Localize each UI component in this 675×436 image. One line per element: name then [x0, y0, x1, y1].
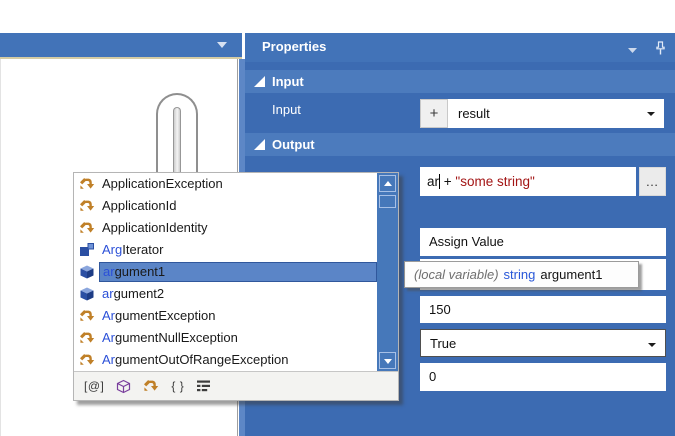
list-item-label: ArgIterator: [102, 242, 164, 257]
section-header-input[interactable]: Input: [245, 70, 675, 93]
list-item[interactable]: ArgumentException: [74, 305, 377, 327]
input-row-label: Input: [272, 102, 301, 117]
completion-filter-bar: [@] { }: [74, 371, 398, 400]
list-item[interactable]: argument1: [74, 261, 377, 283]
filter-classes-button[interactable]: [143, 377, 159, 395]
list-item[interactable]: ArgumentNullException: [74, 327, 377, 349]
designer-toolbar: [0, 33, 242, 59]
scroll-down-button[interactable]: [379, 352, 396, 369]
list-item-label: argument2: [102, 286, 165, 301]
list-item[interactable]: ArgIterator: [74, 239, 377, 261]
list-item-label: ArgumentOutOfRangeException: [102, 352, 289, 367]
expander-triangle-icon: [254, 76, 265, 87]
list-item-label: ApplicationException: [102, 176, 223, 191]
tooltip-kind: (local variable): [414, 267, 499, 282]
boolean-combobox[interactable]: True: [420, 329, 666, 357]
section-label: Output: [272, 137, 315, 152]
section-label: Input: [272, 74, 304, 89]
input-combobox[interactable]: result: [448, 99, 664, 128]
filter-at-button[interactable]: [@]: [84, 377, 104, 395]
list-item[interactable]: ApplicationException: [74, 173, 377, 195]
properties-titlebar: Properties: [245, 33, 675, 62]
list-item-label: ArgumentException: [102, 308, 216, 323]
variable-icon: [79, 286, 95, 302]
chevron-down-icon[interactable]: [217, 42, 227, 48]
scroll-up-icon: [383, 181, 392, 186]
expression-editor[interactable]: ar + "some string": [420, 167, 636, 196]
chevron-down-icon[interactable]: [628, 48, 637, 53]
filter-namespaces-button[interactable]: [116, 377, 131, 395]
scroll-up-button[interactable]: [379, 175, 396, 192]
boolean-combobox-value: True: [430, 336, 457, 351]
zero-field[interactable]: 0: [420, 363, 666, 391]
class-icon: [79, 330, 95, 346]
class-icon: [79, 352, 95, 368]
number-field[interactable]: 150: [420, 296, 666, 323]
panel-title: Properties: [262, 39, 327, 54]
struct-icon: [79, 242, 95, 258]
list-item[interactable]: ApplicationId: [74, 195, 377, 217]
list-item-label: ApplicationId: [102, 198, 177, 213]
intellisense-popup: ApplicationException ApplicationId Applica…: [73, 172, 399, 401]
dropdown-arrow-icon: [647, 112, 655, 116]
expression-operator-text: +: [440, 174, 456, 189]
filter-snippets-button[interactable]: { }: [171, 377, 184, 395]
list-item-label: argument1: [99, 262, 377, 282]
add-button[interactable]: +: [420, 99, 448, 128]
quickinfo-tooltip: (local variable) string argument1: [404, 261, 639, 288]
pin-icon[interactable]: [654, 41, 667, 56]
expander-triangle-icon: [254, 139, 265, 150]
list-item[interactable]: argument2: [74, 283, 377, 305]
list-item-label: ApplicationIdentity: [102, 220, 208, 235]
expression-expand-button[interactable]: …: [639, 167, 666, 196]
tooltip-name: argument1: [540, 267, 603, 282]
class-icon: [79, 308, 95, 324]
scrollbar[interactable]: [377, 173, 398, 371]
class-icon: [79, 220, 95, 236]
input-combobox-value: result: [458, 106, 490, 121]
list-item[interactable]: ArgumentOutOfRangeException: [74, 349, 377, 371]
class-icon: [79, 198, 95, 214]
scroll-down-icon: [383, 359, 392, 364]
section-header-output[interactable]: Output: [245, 133, 675, 156]
list-item-label: ArgumentNullException: [102, 330, 238, 345]
variable-icon: [79, 264, 95, 280]
display-name-field[interactable]: Assign Value: [420, 228, 666, 256]
scrollbar-thumb[interactable]: [379, 195, 396, 208]
filter-members-button[interactable]: [196, 377, 212, 395]
expression-string-literal: "some string": [455, 174, 535, 189]
list-item[interactable]: ApplicationIdentity: [74, 217, 377, 239]
dropdown-arrow-icon: [648, 343, 656, 347]
tooltip-type: string: [503, 267, 536, 282]
expression-typed-text: ar: [427, 174, 440, 189]
class-icon: [79, 176, 95, 192]
completion-list: ApplicationException ApplicationId Applica…: [74, 173, 377, 371]
